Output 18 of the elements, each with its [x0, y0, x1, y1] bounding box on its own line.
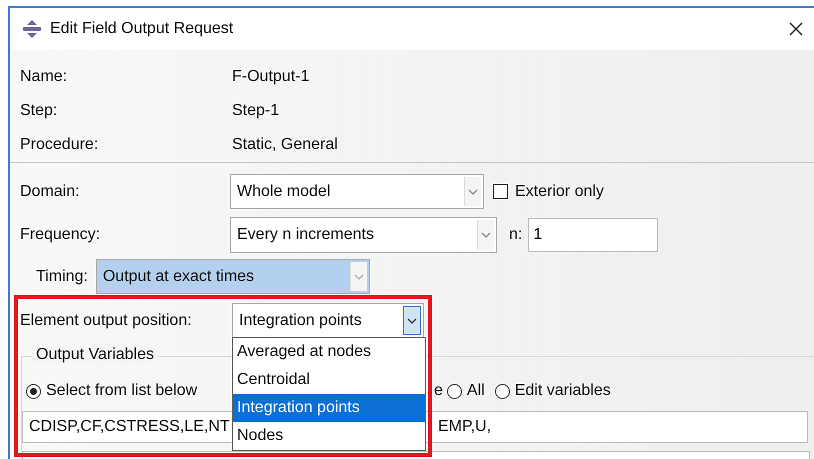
field-label: Domain: [20, 182, 81, 200]
field-label: Procedure: [20, 136, 100, 154]
radio-label: Edit variables [514, 382, 611, 400]
field-value: Step-1 [232, 102, 280, 120]
group-title: Output Variables [32, 346, 158, 364]
field-label: Name: [20, 68, 68, 86]
field-label: Timing: [36, 268, 88, 286]
field-label: Step: [20, 102, 58, 120]
field-label: Element output position: [20, 312, 193, 330]
field-value: F-Output-1 [232, 68, 310, 86]
radio-label: All [466, 382, 485, 400]
field-value: Static, General [232, 136, 338, 154]
field-label: Frequency: [20, 226, 102, 244]
radio-label: Select from list below [46, 382, 198, 400]
window-title: Edit Field Output Request [50, 20, 234, 38]
radio-label: e [434, 382, 443, 400]
field-label: n: [509, 226, 522, 244]
checkbox-label: Exterior only [515, 182, 604, 200]
